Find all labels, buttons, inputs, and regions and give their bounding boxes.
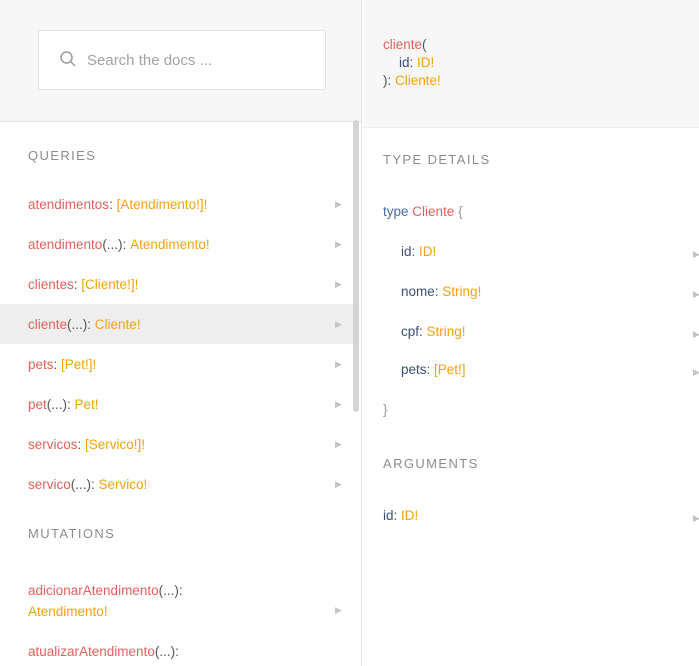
chevron-right-icon: ▶ <box>693 367 699 377</box>
chevron-right-icon: ▶ <box>335 438 342 449</box>
list-item[interactable]: atendimento (...): Atendimento! ▶ <box>0 224 356 264</box>
chevron-right-icon: ▶ <box>335 478 342 489</box>
list-item-partial[interactable]: atualizarAtendimento(...): <box>28 644 179 659</box>
type-field[interactable]: pets: [Pet!] <box>401 362 466 377</box>
chevron-right-icon: ▶ <box>335 605 342 615</box>
chevron-right-icon: ▶ <box>335 318 342 329</box>
chevron-right-icon: ▶ <box>335 278 342 289</box>
closing-brace: } <box>383 402 388 417</box>
search-header <box>0 0 361 122</box>
list-item[interactable]: pet (...): Pet! ▶ <box>0 384 356 424</box>
mutations-title: MUTATIONS <box>28 526 116 541</box>
list-item[interactable]: atendimentos: [Atendimento!]! ▶ <box>0 184 356 224</box>
type-definition: type Cliente { <box>383 204 463 219</box>
queries-list: atendimentos: [Atendimento!]! ▶ atendime… <box>0 184 356 504</box>
chevron-right-icon: ▶ <box>693 513 699 523</box>
chevron-right-icon: ▶ <box>693 249 699 259</box>
type-field[interactable]: nome: String! <box>401 284 481 299</box>
chevron-right-icon: ▶ <box>335 198 342 209</box>
argument-item[interactable]: id: ID! <box>383 508 418 523</box>
list-item[interactable]: clientes: [Cliente!]! ▶ <box>0 264 356 304</box>
type-details-title: TYPE DETAILS <box>383 152 491 167</box>
search-icon <box>59 50 77 71</box>
field-signature: cliente( id: ID! ): Cliente! <box>363 0 699 128</box>
chevron-right-icon: ▶ <box>335 398 342 409</box>
type-field[interactable]: id: ID! <box>401 244 436 259</box>
scrollbar-thumb[interactable] <box>353 120 359 412</box>
chevron-right-icon: ▶ <box>693 289 699 299</box>
list-item-selected[interactable]: cliente (...): Cliente! ▶ <box>0 304 356 344</box>
list-item[interactable]: adicionarAtendimento(...): Atendimento! … <box>0 574 356 636</box>
list-item[interactable]: servicos: [Servico!]! ▶ <box>0 424 356 464</box>
search-box[interactable] <box>38 30 326 90</box>
chevron-right-icon: ▶ <box>335 358 342 369</box>
arguments-title: ARGUMENTS <box>383 456 479 471</box>
queries-title: QUERIES <box>28 148 97 163</box>
chevron-right-icon: ▶ <box>693 329 699 339</box>
list-item[interactable]: pets: [Pet!]! ▶ <box>0 344 356 384</box>
chevron-right-icon: ▶ <box>335 238 342 249</box>
list-item[interactable]: servico (...): Servico! ▶ <box>0 464 356 504</box>
doc-detail-panel: cliente( id: ID! ): Cliente! TYPE DETAIL… <box>363 0 699 666</box>
search-input[interactable] <box>87 51 307 69</box>
type-field[interactable]: cpf: String! <box>401 324 466 339</box>
docs-explorer-sidebar: QUERIES atendimentos: [Atendimento!]! ▶ … <box>0 0 362 666</box>
mutations-list: adicionarAtendimento(...): Atendimento! … <box>0 574 356 636</box>
